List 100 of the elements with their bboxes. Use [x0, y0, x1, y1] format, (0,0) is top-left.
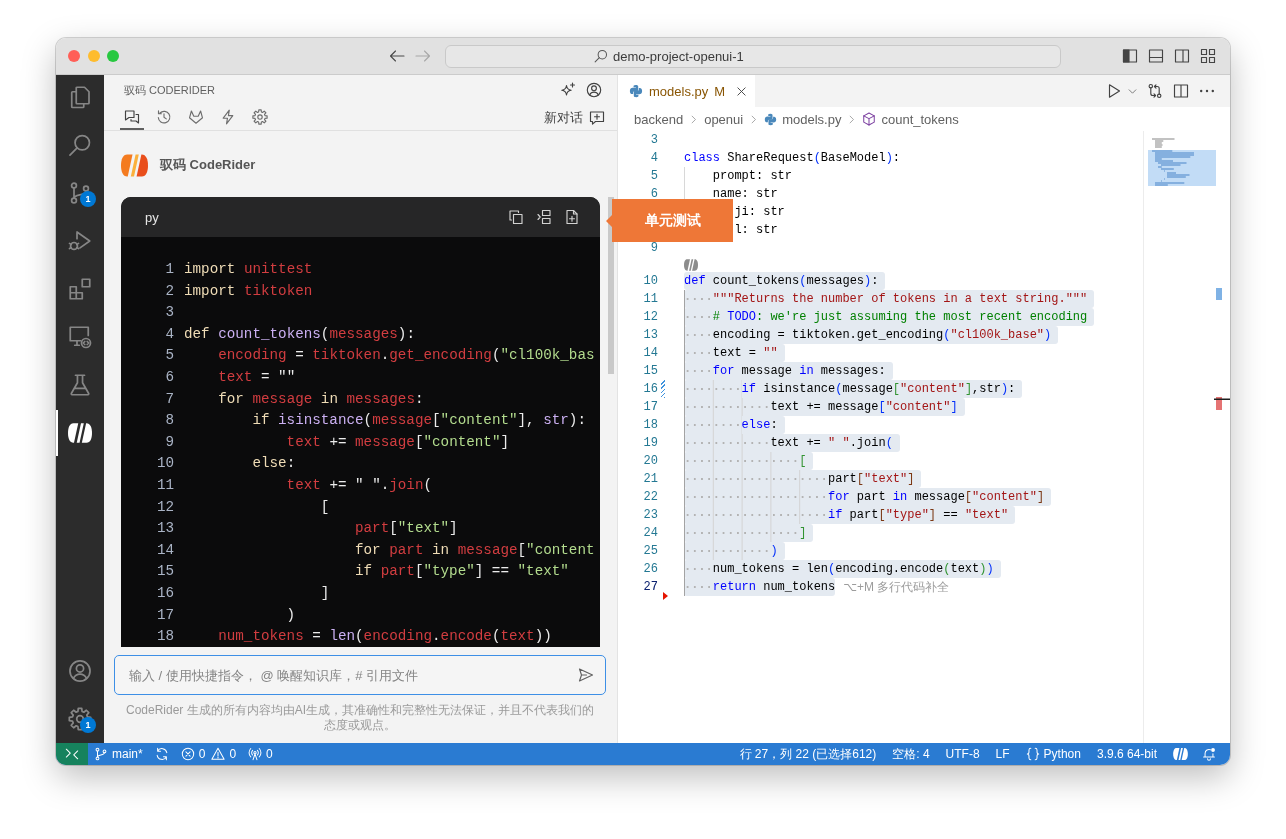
line-number: 12 — [156, 498, 174, 515]
sidebar-toggle-icon[interactable] — [1122, 48, 1138, 64]
search-icon[interactable] — [68, 133, 92, 157]
line-number: 4 — [165, 325, 174, 342]
code-line: text += message["content"] — [286, 432, 509, 452]
breadcrumb-item[interactable]: models.py — [764, 111, 842, 127]
code-line: [ — [320, 497, 330, 517]
code-line: encoding = tiktoken.get_encoding("cl100k_bas — [218, 346, 595, 366]
line-number: 4 — [650, 151, 658, 165]
breadcrumb-item[interactable]: count_tokens — [862, 111, 959, 127]
branch-button[interactable]: main* — [88, 743, 149, 765]
source-control-icon[interactable] — [68, 181, 92, 205]
line-number: 10 — [156, 455, 174, 472]
code-line: text = "" — [218, 367, 296, 387]
breadcrumb-item[interactable]: backend — [634, 111, 684, 127]
new-file-icon[interactable] — [564, 209, 580, 225]
line-number: 26 — [643, 562, 658, 576]
chevron-right-icon — [689, 114, 699, 124]
notifications-icon[interactable] — [1202, 747, 1216, 761]
line-number: 11 — [643, 292, 658, 306]
line-number: 16 — [643, 382, 658, 396]
warnings-button[interactable]: 0 — [211, 743, 243, 765]
panel-toggle-icon[interactable] — [1148, 48, 1164, 64]
remote-explorer-icon[interactable] — [68, 325, 92, 349]
chevron-right-icon — [847, 114, 857, 124]
language-button[interactable]: Python — [1017, 743, 1089, 765]
line-number: 14 — [156, 541, 174, 558]
line-number: 13 — [643, 328, 658, 342]
files-icon[interactable] — [68, 85, 92, 109]
broadcast-icon — [248, 747, 263, 761]
assistant-name: 驭码 CodeRider — [160, 156, 256, 174]
line-number: 21 — [643, 472, 658, 486]
code-line: ji: str — [734, 204, 785, 221]
split-editor-icon[interactable] — [1173, 83, 1189, 99]
account-icon[interactable] — [68, 659, 92, 683]
remote-icon — [65, 747, 79, 761]
cursor-position-button[interactable]: 行 27，列 22 (已选择612) — [731, 743, 885, 765]
compare-icon[interactable] — [1147, 83, 1163, 99]
new-chat-button[interactable]: 新对话 — [544, 105, 605, 130]
line-number: 25 — [643, 544, 658, 558]
editor-tab[interactable]: models.py M — [618, 75, 755, 107]
sparkle-icon[interactable] — [560, 82, 576, 98]
line-number: 11 — [156, 476, 174, 493]
sidebar-title: 驭码 CODERIDER — [124, 82, 216, 98]
line-number: 23 — [643, 508, 658, 522]
code-line: prompt: str — [712, 168, 792, 185]
insert-icon[interactable] — [536, 209, 552, 225]
line-number: 9 — [650, 241, 658, 255]
ports-button[interactable]: 0 — [242, 743, 279, 765]
notification-count: 1 — [80, 191, 96, 207]
code-line: num_tokens = len(encoding.encode(text)) — [218, 627, 552, 647]
active-indicator — [56, 410, 58, 456]
command-center[interactable]: demo-project-openui-1 — [445, 44, 1061, 68]
send-icon[interactable] — [578, 667, 594, 683]
search-icon — [594, 49, 608, 63]
code-line: for message in messages: — [218, 389, 424, 409]
line-number: 16 — [156, 584, 174, 601]
chat-input-field[interactable]: 输入 / 使用快捷指令， @ 唤醒知识库，# 引用文件 — [114, 655, 606, 695]
layout-icon[interactable] — [1200, 48, 1216, 64]
line-number: 12 — [643, 310, 658, 324]
errors-button[interactable]: 0 — [174, 743, 212, 765]
line-number: 8 — [165, 412, 174, 429]
encoding-button[interactable]: UTF-8 — [937, 743, 988, 765]
line-number: 15 — [156, 563, 174, 580]
breadcrumb-item[interactable]: openui — [704, 111, 744, 127]
line-number: 9 — [165, 433, 174, 450]
logo-icon[interactable] — [68, 421, 92, 445]
line-ending-button[interactable]: LF — [987, 743, 1018, 765]
code-line: for part in message["content — [355, 540, 595, 560]
line-number: 3 — [165, 304, 174, 321]
chat-icon — [124, 108, 140, 125]
code-line: if part["type"] == "text" — [355, 562, 569, 582]
close-icon[interactable] — [735, 84, 748, 98]
line-number: 6 — [650, 187, 658, 201]
fox-icon — [188, 108, 204, 125]
line-number: 1 — [165, 261, 174, 277]
account-icon[interactable] — [586, 82, 602, 98]
run-debug-icon[interactable] — [68, 229, 92, 253]
settings-icon[interactable] — [68, 707, 92, 731]
back-arrow-icon[interactable] — [389, 48, 405, 64]
line-number: 5 — [165, 347, 174, 364]
copy-icon[interactable] — [508, 209, 524, 225]
line-number: 18 — [643, 418, 658, 432]
indentation-button[interactable]: 空格: 4 — [884, 743, 938, 765]
line-number: 7 — [165, 390, 174, 407]
line-number: 27 — [643, 580, 658, 594]
chevron-right-icon — [749, 114, 759, 124]
extensions-icon[interactable] — [68, 277, 92, 301]
sync-icon[interactable] — [154, 747, 169, 761]
close-button[interactable] — [68, 50, 80, 62]
secondary-sidebar-toggle-icon[interactable] — [1174, 48, 1190, 64]
line-number: 24 — [643, 526, 658, 540]
line-number: 20 — [643, 454, 658, 468]
line-number: 15 — [643, 364, 658, 378]
line-number: 14 — [643, 346, 658, 360]
flask-icon[interactable] — [68, 373, 92, 397]
chat-plus-icon — [589, 109, 605, 126]
remote-button[interactable] — [56, 743, 88, 765]
run-icon[interactable] — [1106, 83, 1122, 99]
interpreter-button[interactable]: 3.9.6 64-bit — [1088, 743, 1165, 765]
